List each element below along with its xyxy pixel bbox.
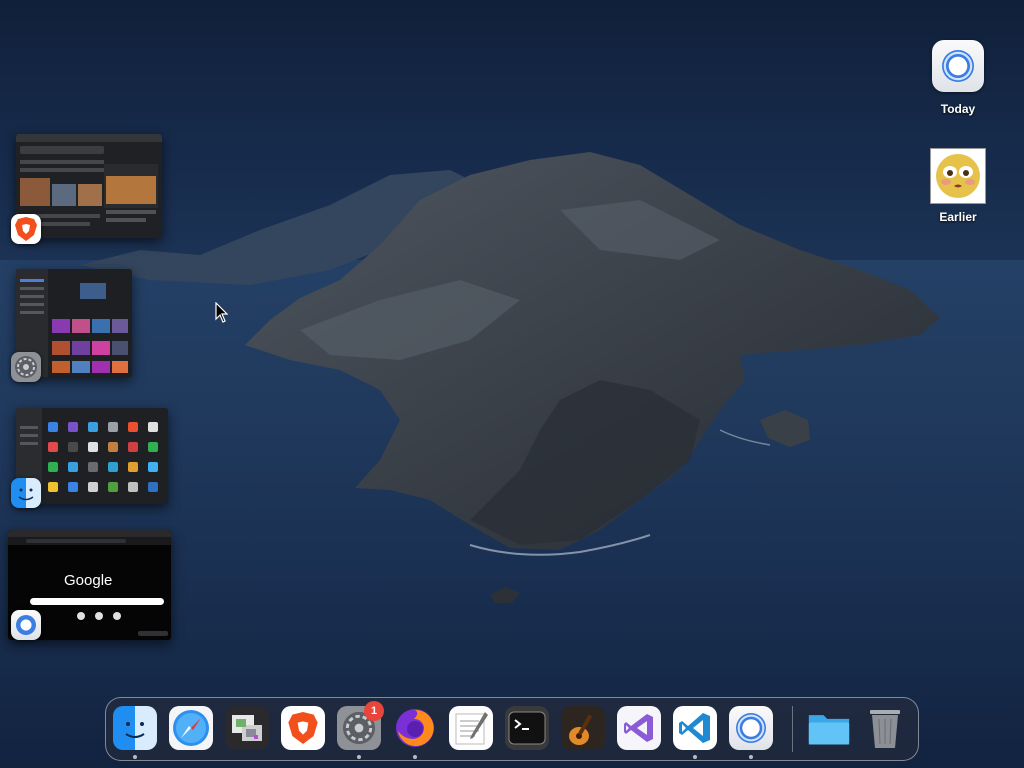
dock-vscode-icon[interactable] (673, 706, 717, 750)
chrome-icon (930, 40, 986, 96)
desktop-icon-today[interactable]: Today (913, 38, 1003, 116)
desktop-icon-label: Earlier (939, 210, 977, 224)
dock-chrome-icon[interactable] (729, 706, 773, 750)
notification-badge: 1 (364, 701, 384, 721)
dock: 1 (105, 697, 919, 761)
google-logo-text: Google (64, 572, 113, 589)
running-indicator (693, 755, 697, 759)
desktop-icon-label: Today (940, 102, 976, 116)
dock-visual-studio-icon[interactable] (617, 706, 661, 750)
dock-terminal-icon[interactable] (505, 706, 549, 750)
dock-brave-icon[interactable] (281, 706, 325, 750)
dock-folder-icon[interactable] (807, 706, 851, 750)
chrome-icon (11, 610, 41, 640)
dock-separator (792, 706, 793, 752)
system-preferences-icon (11, 352, 41, 382)
dock-preview-icon[interactable] (225, 706, 269, 750)
finder-icon (11, 478, 41, 508)
brave-icon (11, 214, 41, 244)
dock-safari-icon[interactable] (169, 706, 213, 750)
running-indicator (133, 755, 137, 759)
dock-finder-icon[interactable] (113, 706, 157, 750)
desktop-wallpaper (0, 0, 1024, 768)
dock-trash-icon[interactable] (863, 706, 907, 750)
running-indicator (749, 755, 753, 759)
running-indicator (413, 755, 417, 759)
photo-thumbnail-icon (930, 148, 986, 204)
google-search-box (30, 598, 164, 605)
mouse-cursor-icon (215, 302, 229, 323)
dock-firefox-icon[interactable] (393, 706, 437, 750)
running-indicator (357, 755, 361, 759)
dock-garageband-icon[interactable] (561, 706, 605, 750)
desktop-icon-earlier[interactable]: Earlier (913, 148, 1003, 224)
dock-textedit-icon[interactable] (449, 706, 493, 750)
